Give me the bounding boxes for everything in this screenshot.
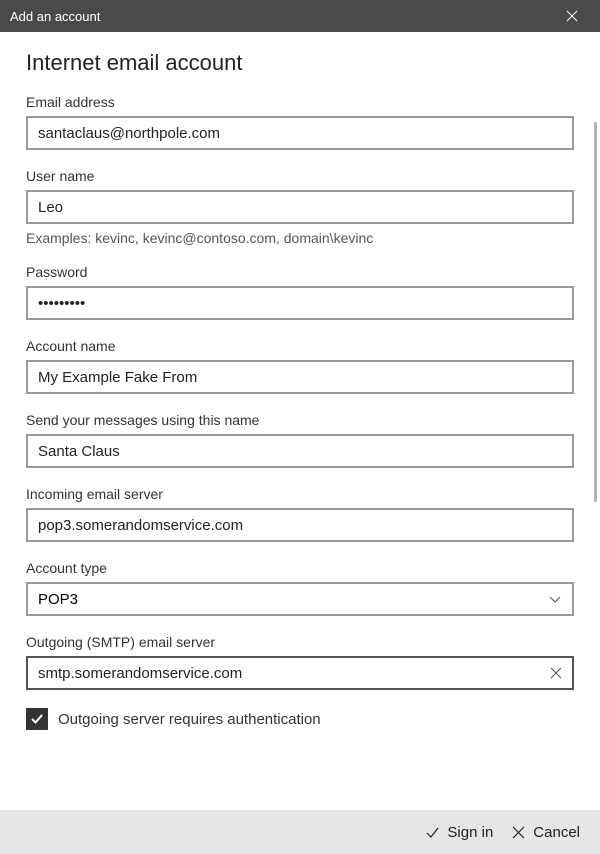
- incoming-input[interactable]: [26, 508, 574, 542]
- account-name-label: Account name: [26, 338, 574, 354]
- email-input[interactable]: [26, 116, 574, 150]
- titlebar-title: Add an account: [10, 9, 100, 24]
- close-icon: [511, 825, 526, 840]
- dialog-content: Internet email account Email address Use…: [0, 32, 600, 810]
- signin-label: Sign in: [447, 824, 493, 841]
- outgoing-label: Outgoing (SMTP) email server: [26, 634, 574, 650]
- auth-checkbox-label: Outgoing server requires authentication: [58, 711, 321, 728]
- incoming-group: Incoming email server: [26, 486, 574, 542]
- cancel-button[interactable]: Cancel: [511, 824, 580, 841]
- password-label: Password: [26, 264, 574, 280]
- close-icon: [566, 10, 578, 22]
- incoming-label: Incoming email server: [26, 486, 574, 502]
- chevron-down-icon: [548, 592, 562, 606]
- outgoing-input[interactable]: [26, 656, 574, 690]
- auth-checkbox[interactable]: [26, 708, 48, 730]
- password-group: Password: [26, 264, 574, 320]
- clear-button[interactable]: [546, 663, 566, 683]
- send-name-group: Send your messages using this name: [26, 412, 574, 468]
- check-icon: [30, 712, 44, 726]
- scrollbar[interactable]: [594, 122, 597, 502]
- username-hint: Examples: kevinc, kevinc@contoso.com, do…: [26, 230, 574, 246]
- signin-button[interactable]: Sign in: [425, 824, 493, 841]
- username-label: User name: [26, 168, 574, 184]
- check-icon: [425, 825, 440, 840]
- email-group: Email address: [26, 94, 574, 150]
- account-name-group: Account name: [26, 338, 574, 394]
- username-input[interactable]: [26, 190, 574, 224]
- dialog-footer: Sign in Cancel: [0, 810, 600, 854]
- outgoing-group: Outgoing (SMTP) email server: [26, 634, 574, 690]
- account-type-label: Account type: [26, 560, 574, 576]
- page-title: Internet email account: [26, 50, 574, 76]
- auth-checkbox-row: Outgoing server requires authentication: [26, 708, 574, 730]
- account-name-input[interactable]: [26, 360, 574, 394]
- clear-icon: [550, 667, 562, 679]
- cancel-label: Cancel: [533, 824, 580, 841]
- username-group: User name: [26, 168, 574, 224]
- account-type-select[interactable]: POP3: [26, 582, 574, 616]
- account-type-group: Account type POP3: [26, 560, 574, 616]
- send-name-label: Send your messages using this name: [26, 412, 574, 428]
- account-type-value: POP3: [38, 591, 78, 608]
- close-button[interactable]: [552, 0, 592, 32]
- password-input[interactable]: [26, 286, 574, 320]
- email-label: Email address: [26, 94, 574, 110]
- titlebar: Add an account: [0, 0, 600, 32]
- send-name-input[interactable]: [26, 434, 574, 468]
